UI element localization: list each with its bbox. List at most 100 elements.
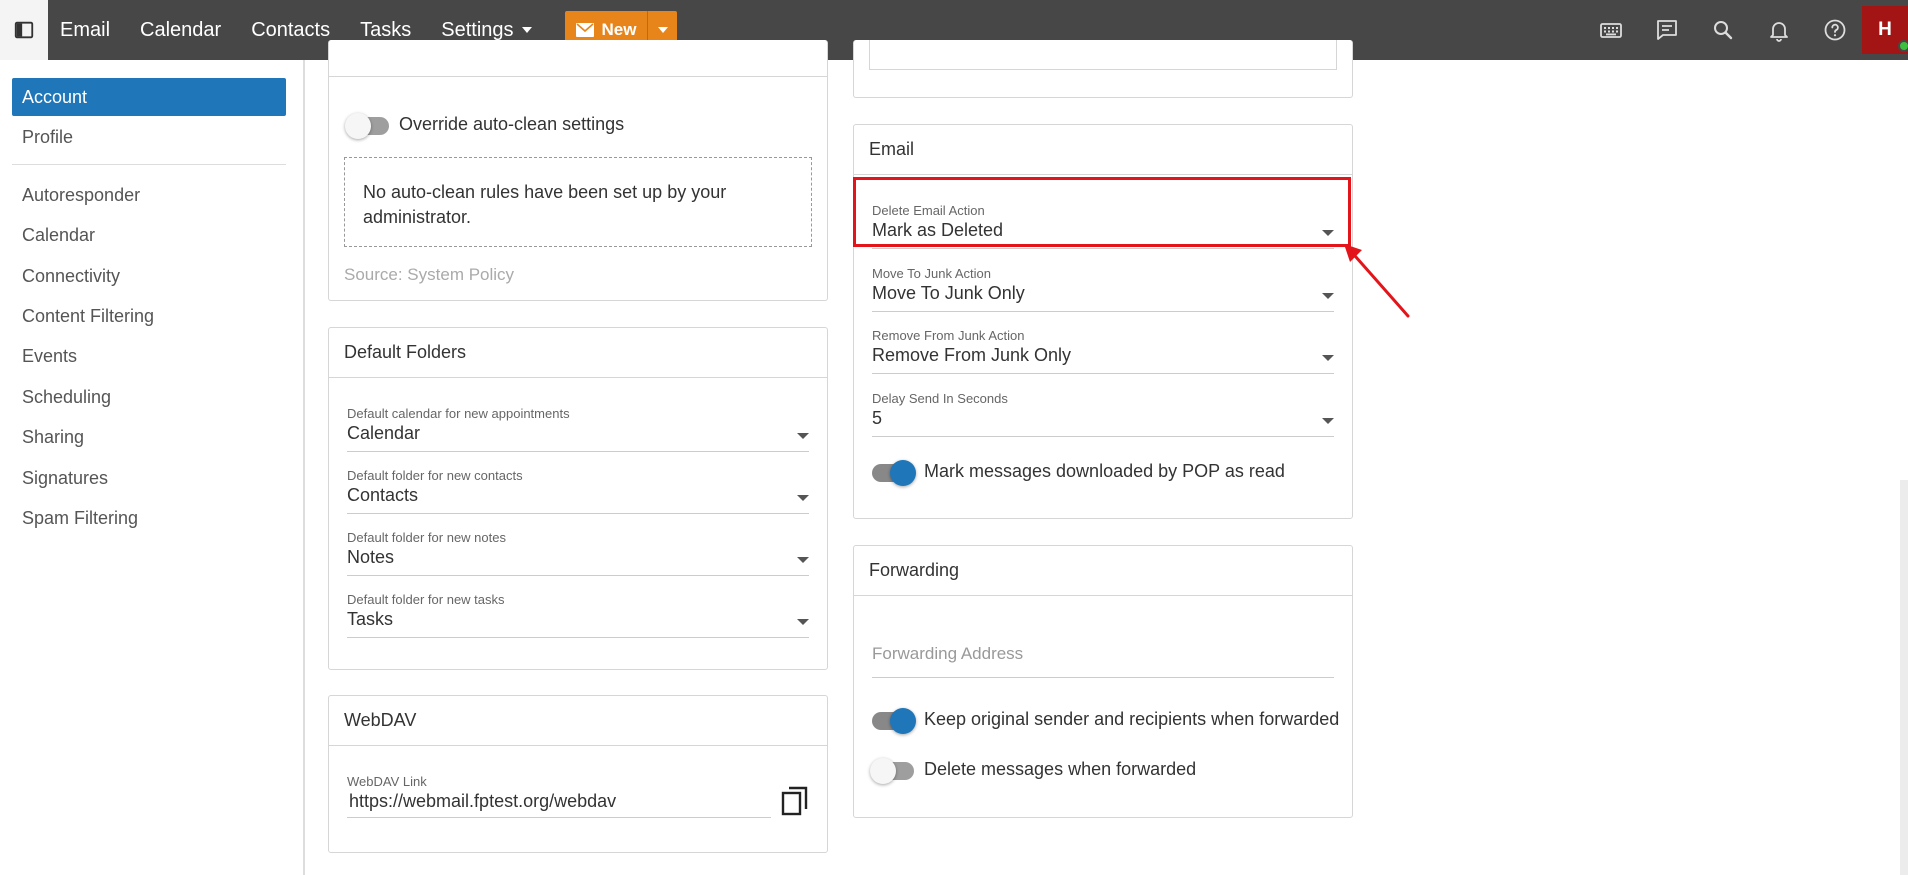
keyboard-icon [1600,23,1622,38]
sidebar-item-profile[interactable]: Profile [12,118,286,156]
sidebar-divider [12,164,286,165]
chat-icon [1657,20,1677,40]
envelope-icon [575,23,594,37]
default-contacts-select[interactable]: Default folder for new contacts Contacts [347,468,809,514]
sidebar-item-calendar[interactable]: Calendar [12,216,286,254]
chevron-down-icon [1322,418,1334,424]
sidebar-toggle-icon [14,21,34,39]
settings-sidebar: Account Profile Autoresponder Calendar C… [0,60,305,875]
default-folders-title: Default Folders [329,328,827,378]
previous-card-bottom [853,40,1353,98]
field-label: Default folder for new contacts [347,468,523,483]
highlight-box [853,177,1351,247]
field-label: WebDAV Link [347,774,427,789]
webdav-link-field[interactable]: WebDAV Link https://webmail.fptest.org/w… [347,774,771,818]
default-notes-select[interactable]: Default folder for new notes Notes [347,530,809,576]
remove-from-junk-action-select[interactable]: Remove From Junk Action Remove From Junk… [872,328,1334,374]
online-status-indicator [1898,40,1908,52]
chevron-down-icon [797,433,809,439]
auto-clean-message: No auto-clean rules have been set up by … [344,157,812,247]
toggle-knob [890,460,916,486]
chevron-down-icon [1322,355,1334,361]
chevron-down-icon [797,495,809,501]
previous-field-remnant [869,40,1337,70]
field-label: Default folder for new tasks [347,592,505,607]
page-scrollbar[interactable] [1900,480,1908,875]
email-card-title: Email [854,125,1352,175]
auto-clean-source: Source: System Policy [344,265,515,284]
copy-icon [781,786,808,816]
help-button[interactable] [1822,17,1848,43]
field-label: Default folder for new notes [347,530,506,545]
new-button-label: New [601,20,637,39]
override-auto-clean-toggle[interactable] [345,113,389,139]
help-icon [1824,19,1846,41]
field-label: Default calendar for new appointments [347,406,570,421]
field-label: Delay Send In Seconds [872,391,1008,406]
sidebar-item-content-filtering[interactable]: Content Filtering [12,297,286,335]
avatar-initial: H [1878,19,1892,40]
card-header-divider [329,76,827,77]
sidebar-item-events[interactable]: Events [12,337,286,375]
nav-contacts[interactable]: Contacts [251,19,330,42]
forwarding-address-placeholder: Forwarding Address [872,644,1024,663]
move-to-junk-action-select[interactable]: Move To Junk Action Move To Junk Only [872,266,1334,312]
nav-settings[interactable]: Settings [441,19,513,41]
chevron-down-icon [1322,293,1334,299]
field-value: Move To Junk Only [872,283,1025,303]
field-value: https://webmail.fptest.org/webdav [349,791,617,811]
forwarding-title: Forwarding [854,546,1352,596]
user-avatar[interactable]: H [1862,6,1908,54]
field-value: 5 [872,408,883,428]
sidebar-item-autoresponder[interactable]: Autoresponder [12,176,286,214]
sidebar-toggle-button[interactable] [0,0,48,60]
sidebar-item-connectivity[interactable]: Connectivity [12,257,286,295]
forwarding-address-input[interactable]: Forwarding Address [872,642,1334,678]
field-value: Contacts [347,485,419,505]
toggle-knob [345,113,371,139]
sidebar-item-account[interactable]: Account [12,78,286,116]
field-value: Remove From Junk Only [872,345,1072,365]
nav-settings-wrap[interactable]: Settings [441,19,532,42]
sidebar-item-scheduling[interactable]: Scheduling [12,378,286,416]
delay-send-select[interactable]: Delay Send In Seconds 5 [872,391,1334,437]
nav-email[interactable]: Email [60,19,110,42]
keep-original-sender-label: Keep original sender and recipients when… [924,709,1340,729]
copy-link-button[interactable] [781,786,809,816]
keep-original-sender-toggle[interactable] [872,708,916,734]
webdav-card: WebDAV WebDAV Link https://webmail.fptes… [328,695,828,853]
default-tasks-select[interactable]: Default folder for new tasks Tasks [347,592,809,638]
chevron-down-icon [797,619,809,625]
search-button[interactable] [1710,17,1736,43]
notifications-button[interactable] [1766,17,1792,43]
bell-icon [1770,22,1788,42]
override-auto-clean-label: Override auto-clean settings [399,114,625,134]
chevron-down-icon [797,557,809,563]
nav-tasks[interactable]: Tasks [360,19,411,42]
sidebar-item-sharing[interactable]: Sharing [12,418,286,456]
forwarding-card: Forwarding Forwarding Address Keep origi… [853,545,1353,818]
chat-button[interactable] [1654,17,1680,43]
toggle-knob [870,758,896,784]
auto-clean-card: Override auto-clean settings No auto-cle… [328,40,828,301]
pop-mark-read-label: Mark messages downloaded by POP as read [924,461,1285,481]
sidebar-item-signatures[interactable]: Signatures [12,459,286,497]
annotation-arrow-icon [1344,244,1410,318]
delete-when-forwarded-toggle[interactable] [870,758,914,784]
nav-calendar[interactable]: Calendar [140,19,221,42]
search-icon [1714,21,1733,40]
sidebar-item-spam-filtering[interactable]: Spam Filtering [12,499,286,537]
settings-caret-icon [521,27,532,34]
top-icons [1598,0,1848,60]
default-calendar-select[interactable]: Default calendar for new appointments Ca… [347,406,809,452]
field-label: Move To Junk Action [872,266,991,281]
delete-when-forwarded-label: Delete messages when forwarded [924,759,1197,779]
toggle-knob [890,708,916,734]
keyboard-button[interactable] [1598,17,1624,43]
field-value: Tasks [347,609,394,629]
pop-mark-read-toggle[interactable] [872,460,916,486]
field-label: Remove From Junk Action [872,328,1025,343]
field-value: Calendar [347,423,421,443]
default-folders-card: Default Folders Default calendar for new… [328,327,828,670]
field-value: Notes [347,547,395,567]
